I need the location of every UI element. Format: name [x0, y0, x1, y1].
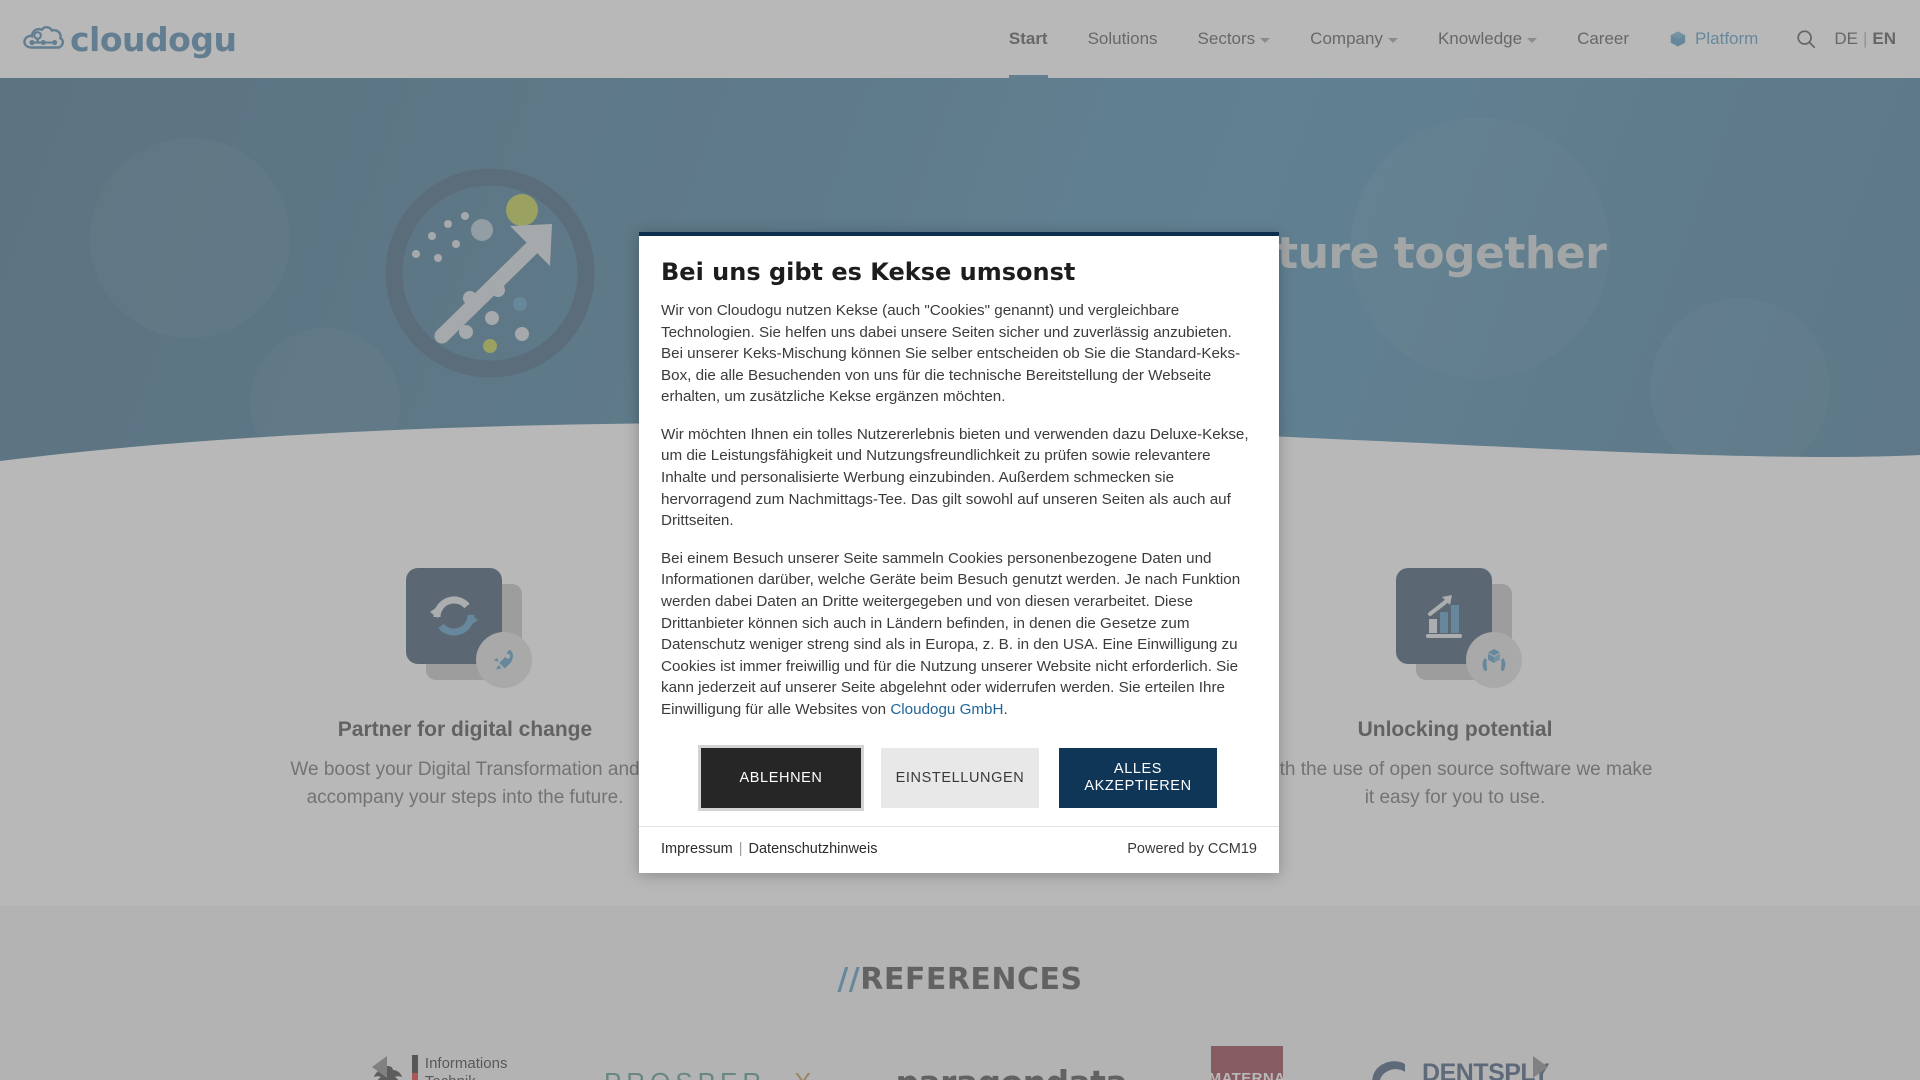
feature-card: Partner for digital change We boost your… [265, 568, 665, 811]
cookie-dialog-body: Wir von Cloudogu nutzen Kekse (auch "Coo… [661, 300, 1257, 720]
feature-icon-group [404, 568, 532, 688]
reject-cookies-button[interactable]: ABLEHNEN [698, 745, 864, 811]
references-slashes: // [837, 962, 861, 998]
nav-label: Knowledge [1437, 29, 1523, 48]
cube-icon [1669, 30, 1687, 48]
lang-separator: | [1862, 29, 1868, 48]
lang-en[interactable]: EN [1872, 29, 1896, 49]
nav-item-start[interactable]: Start [989, 0, 1068, 78]
chevron-down-icon [1527, 38, 1538, 43]
nav-label: Sectors [1197, 29, 1256, 48]
impressum-link[interactable]: Impressum [661, 841, 733, 857]
logo-line: DENTSPLY [1422, 1058, 1550, 1080]
cookie-paragraph-1: Wir von Cloudogu nutzen Kekse (auch "Coo… [661, 302, 1241, 406]
feature-title: Unlocking potential [1357, 718, 1553, 741]
feature-icon-group [1394, 568, 1522, 688]
hero-decoration-blob [90, 138, 290, 338]
feature-body: With the use of open source software we … [1257, 759, 1653, 808]
references-heading: //REFERENCES [0, 962, 1920, 997]
primary-nav: Start Solutions Sectors Company Knowledg… [989, 0, 1920, 78]
site-header: cloudogu Start Solutions Sectors Company… [0, 0, 1920, 78]
logo-line: Technik [425, 1073, 520, 1080]
cookie-paragraph-3: Bei einem Besuch unserer Seite sammeln C… [661, 548, 1257, 721]
cookie-dialog-actions: ABLEHNEN EINSTELLUNGEN ALLES AKZEPTIEREN [639, 736, 1279, 825]
reference-logo-text: Informations Technik Zentrum Bund [425, 1055, 520, 1080]
reference-logo-prosper-x[interactable]: PROSPER —X [604, 1037, 812, 1080]
cookie-dialog-footer: Impressum | Datenschutzhinweis Powered by … [639, 825, 1279, 873]
logo-text: PROSPER [604, 1067, 766, 1080]
powered-by-label: Powered by CCM19 [1127, 840, 1257, 857]
cookie-consent-dialog: Bei uns gibt es Kekse umsonst Wir von Cl… [639, 232, 1279, 873]
feature-title: Partner for digital change [337, 718, 593, 741]
nav-item-sectors[interactable]: Sectors [1178, 0, 1291, 78]
nav-label: Solutions [1087, 29, 1158, 48]
reference-logo-materna[interactable]: MATERNA Information & Communications [1208, 1037, 1286, 1080]
lang-de[interactable]: DE [1834, 29, 1858, 49]
reference-logo-dentsply-implants[interactable]: DENTSPLY IMPLANTS [1367, 1037, 1550, 1080]
accept-all-cookies-button[interactable]: ALLES AKZEPTIEREN [1059, 748, 1217, 808]
logo-dash: —X [768, 1067, 811, 1080]
nav-item-knowledge[interactable]: Knowledge [1418, 0, 1557, 78]
nav-item-solutions[interactable]: Solutions [1068, 0, 1178, 78]
logo-line: Informations [424, 1054, 508, 1072]
cloudogu-gmbh-link[interactable]: Cloudogu GmbH [890, 701, 1003, 718]
cloudogu-cloud-logo-icon [22, 24, 66, 54]
nav-label: Career [1577, 29, 1630, 48]
feature-card: Unlocking potential With the use of open… [1255, 568, 1655, 811]
footer-divider: | [738, 840, 743, 857]
cookie-footer-links: Impressum | Datenschutzhinweis [661, 841, 877, 857]
cookie-settings-button[interactable]: EINSTELLUNGEN [881, 748, 1039, 808]
reference-logo-itzbund[interactable]: Informations Technik Zentrum Bund [371, 1037, 520, 1080]
datenschutzhinweis-link[interactable]: Datenschutzhinweis [749, 841, 878, 857]
nav-label: Company [1310, 29, 1383, 48]
cookie-paragraph-2: Wir möchten Ihnen ein tolles Nutzererleb… [661, 425, 1249, 530]
cookie-paragraph-3-pre: Bei einem Besuch unserer Seite sammeln C… [661, 549, 1241, 718]
nav-item-platform[interactable]: Platform [1649, 0, 1778, 78]
chevron-down-icon [1387, 38, 1398, 43]
references-heading-text: REFERENCES [860, 962, 1083, 998]
rocket-icon [476, 632, 532, 688]
carousel-prev-arrow[interactable] [372, 1056, 387, 1079]
nav-item-company[interactable]: Company [1290, 0, 1418, 78]
dentsply-swoosh-icon [1372, 1061, 1406, 1080]
nav-item-career[interactable]: Career [1557, 0, 1649, 78]
logo-text: paragondata [895, 1063, 1127, 1080]
logo-wordmark: cloudogu [70, 19, 237, 59]
cookie-dialog-content: Bei uns gibt es Kekse umsonst Wir von Cl… [639, 236, 1279, 736]
page-root: cloudogu Start Solutions Sectors Company… [0, 0, 1920, 1080]
carousel-next-arrow[interactable] [1533, 1056, 1548, 1079]
site-logo[interactable]: cloudogu [22, 19, 237, 59]
hero-arrow-circle-graphic [370, 158, 600, 388]
references-section: //REFERENCES Informations Technik Zentru… [0, 906, 1920, 1080]
search-icon[interactable] [1784, 0, 1828, 78]
hands-holding-cube-icon [1466, 632, 1522, 688]
cookie-dialog-title: Bei uns gibt es Kekse umsonst [661, 258, 1076, 286]
chevron-down-icon [1260, 38, 1271, 43]
nav-label: Platform [1695, 29, 1759, 48]
german-flag-bars [411, 1055, 418, 1080]
cookie-paragraph-3-post: . [1003, 700, 1008, 718]
references-logo-row: Informations Technik Zentrum Bund PROSPE… [0, 1037, 1920, 1080]
reference-logo-paragondata[interactable]: paragondata [895, 1037, 1127, 1080]
logo-text: MATERNA [1208, 1069, 1286, 1080]
feature-body: We boost your Digital Transformation and… [290, 759, 640, 808]
language-switcher[interactable]: DE | EN [1828, 29, 1920, 49]
nav-label: Start [1008, 29, 1048, 48]
